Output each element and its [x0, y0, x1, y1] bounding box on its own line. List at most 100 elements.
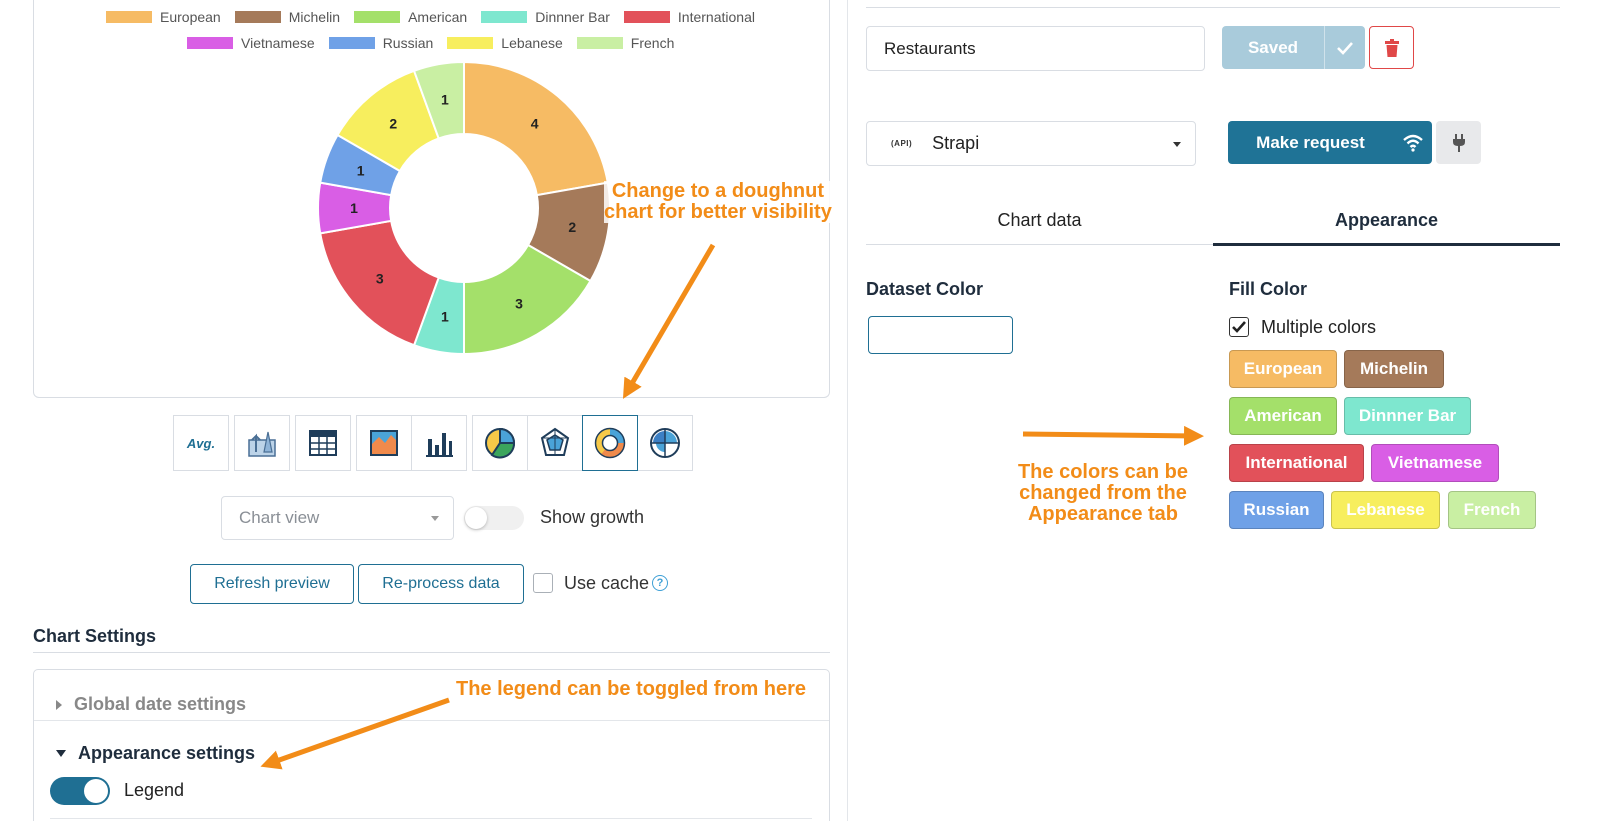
legend-annotation: The legend can be toggled from here: [456, 678, 807, 700]
doughnut-data-label: 2: [568, 219, 576, 235]
legend-item-american[interactable]: American: [354, 9, 467, 25]
annotation-line: Appearance tab: [1027, 503, 1179, 525]
doughnut-chart-icon: [594, 427, 626, 459]
legend-toggle[interactable]: [50, 777, 110, 805]
appearance-settings-header[interactable]: Appearance settings: [56, 743, 255, 764]
table-chart-button[interactable]: [295, 415, 351, 471]
fill-color-vietnamese[interactable]: Vietnamese: [1371, 444, 1499, 482]
make-request-button[interactable]: Make request: [1228, 121, 1432, 164]
legend-item-michelin[interactable]: Michelin: [234, 9, 340, 25]
connection-settings-button[interactable]: [1436, 121, 1481, 164]
plug-icon: [1452, 133, 1465, 152]
pie-chart-icon: [485, 427, 516, 459]
global-date-settings-header[interactable]: Global date settings: [56, 694, 246, 715]
legend-swatch: [623, 11, 670, 23]
divider: [866, 7, 1560, 8]
doughnut-data-label: 1: [441, 308, 449, 324]
checkmark-icon: [1325, 41, 1365, 55]
fill-color-michelin[interactable]: Michelin: [1344, 350, 1444, 388]
reprocess-data-button[interactable]: Re-process data: [358, 564, 524, 604]
polar-chart-icon: [650, 428, 680, 458]
doughnut-data-label: 4: [531, 116, 539, 132]
make-request-label: Make request: [1256, 132, 1365, 152]
legend-item-dinnner-bar[interactable]: Dinnner Bar: [481, 9, 610, 25]
legend-label: French: [630, 35, 675, 51]
growth-chart-icon: [248, 431, 276, 457]
fill-color-dinnner-bar[interactable]: Dinnner Bar: [1344, 397, 1471, 435]
fill-color-french[interactable]: French: [1448, 491, 1536, 529]
data-source-select[interactable]: (API) Strapi: [866, 121, 1196, 166]
chart-legend-row-1: European Michelin American Dinnner Bar I…: [106, 9, 755, 25]
chart-view-placeholder: Chart view: [239, 508, 320, 527]
help-icon[interactable]: ?: [652, 575, 668, 591]
doughnut-data-label: 1: [350, 200, 358, 216]
fill-color-lebanese[interactable]: Lebanese: [1331, 491, 1440, 529]
legend-item-international[interactable]: International: [623, 9, 755, 25]
legend-item-european[interactable]: European: [106, 9, 221, 25]
use-cache-checkbox[interactable]: [533, 573, 553, 593]
annotation-line: The colors can be: [1017, 461, 1189, 483]
active-tab-indicator: [1213, 243, 1560, 246]
chart-name-input[interactable]: Restaurants: [866, 26, 1205, 71]
annotation-line: Change to a doughnut: [611, 180, 825, 202]
api-icon: (API): [891, 139, 913, 148]
legend-swatch: [234, 11, 281, 23]
chart-type-toolbar: Avg.: [173, 415, 693, 471]
bar-chart-button[interactable]: [411, 415, 467, 471]
delete-button[interactable]: [1369, 26, 1414, 69]
doughnut-data-label: 3: [376, 271, 384, 287]
wifi-icon: [1393, 134, 1432, 152]
checkmark-icon: [1232, 321, 1246, 333]
tab-chart-data[interactable]: Chart data: [866, 210, 1213, 231]
multiple-colors-checkbox[interactable]: [1229, 317, 1249, 337]
pie-chart-button[interactable]: [472, 415, 528, 471]
legend-label: American: [408, 9, 468, 25]
toggle-knob: [465, 507, 487, 529]
polar-chart-button[interactable]: [637, 415, 693, 471]
area-chart-button[interactable]: [356, 415, 412, 471]
arrow-to-fill-colors: [1022, 425, 1204, 446]
tab-appearance[interactable]: Appearance: [1213, 210, 1560, 231]
colors-annotation: The colors can be changed from the Appea…: [1017, 462, 1189, 525]
show-growth-toggle[interactable]: [464, 506, 524, 530]
dataset-color-picker[interactable]: [868, 316, 1013, 354]
toggle-knob: [84, 779, 108, 803]
doughnut-data-label: 1: [357, 162, 365, 178]
legend-item-vietnamese[interactable]: Vietnamese: [187, 35, 315, 51]
saved-label: Saved: [1247, 37, 1299, 57]
fill-color-european[interactable]: European: [1229, 350, 1337, 388]
dataset-color-label: Dataset Color: [866, 279, 984, 299]
refresh-preview-button[interactable]: Refresh preview: [190, 564, 354, 604]
chevron-down-icon: [56, 750, 66, 757]
saved-button[interactable]: Saved: [1222, 26, 1365, 69]
bar-chart-icon: [426, 433, 453, 457]
fill-color-international[interactable]: International: [1229, 444, 1364, 482]
annotation-line: chart for better visibility: [604, 201, 832, 223]
chevron-down-icon: [431, 516, 439, 521]
legend-swatch: [187, 37, 233, 49]
legend-label: International: [677, 9, 755, 25]
doughnut-data-label: 1: [441, 92, 449, 108]
growth-chart-button[interactable]: [234, 415, 290, 471]
fill-color-american[interactable]: American: [1229, 397, 1337, 435]
data-source-value: Strapi: [932, 133, 980, 153]
avg-chart-button[interactable]: Avg.: [173, 415, 229, 471]
chart-view-select[interactable]: Chart view: [221, 496, 454, 540]
divider: [50, 818, 812, 819]
chevron-down-icon: [1173, 142, 1181, 147]
legend-toggle-label: Legend: [124, 780, 185, 800]
chevron-right-icon: [56, 699, 62, 710]
fill-color-russian[interactable]: Russian: [1229, 491, 1324, 529]
appearance-settings-label: Appearance settings: [78, 743, 256, 763]
radar-chart-button[interactable]: [527, 415, 583, 471]
use-cache-label: Use cache: [564, 573, 650, 593]
avg-icon: Avg.: [186, 435, 216, 451]
doughnut-chart-button[interactable]: [582, 415, 638, 471]
legend-label: European: [160, 9, 221, 25]
legend-swatch: [106, 11, 152, 23]
area-chart-icon: [370, 430, 398, 456]
legend-swatch: [481, 11, 528, 23]
doughnut-data-label: 2: [389, 116, 397, 132]
panel-divider: [847, 0, 848, 821]
doughnut-annotation: Change to a doughnut chart for better vi…: [604, 181, 832, 223]
